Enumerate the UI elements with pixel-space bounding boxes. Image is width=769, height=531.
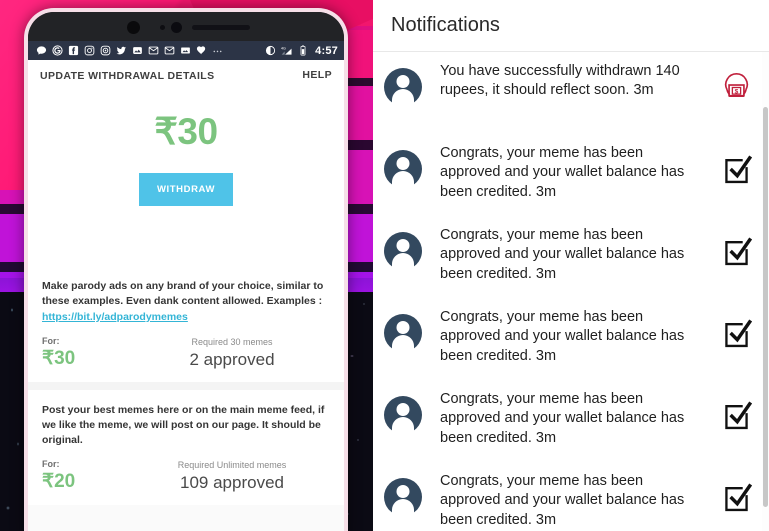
task-meta-row: For: ₹30 Required 30 memes 2 approved <box>42 336 330 368</box>
task-card-separator <box>28 381 344 390</box>
person-avatar <box>384 396 422 434</box>
chat-bubble-icon <box>35 44 48 57</box>
app-content: UPDATE WITHDRAWAL DETAILS HELP ₹30 WITHD… <box>28 60 344 531</box>
task-required-label: Required 30 memes <box>191 336 273 347</box>
gallery-icon <box>179 44 192 57</box>
task-for-label: For: <box>42 335 60 346</box>
task-description-text: Make parody ads on any brand of your cho… <box>42 280 324 308</box>
checkbox-checked-icon <box>717 396 755 434</box>
notification-item[interactable]: Congrats, your meme has been approved an… <box>373 298 769 380</box>
task-meta-row: For: ₹20 Required Unlimited memes 109 ap… <box>42 459 330 491</box>
photo-app-icon <box>131 44 144 57</box>
task-approved-count: 109 approved <box>180 473 284 493</box>
balance-section: ₹30 WITHDRAW <box>28 91 344 233</box>
notification-text: You have successfully withdrawn 140 rupe… <box>440 63 680 99</box>
notifications-list: You have successfully withdrawn 140 rupe… <box>373 52 769 531</box>
signal-4g-icon: 4G <box>280 44 293 57</box>
light-sensor-icon <box>171 22 182 33</box>
gmail-icon-2 <box>163 44 176 57</box>
task-for-label: For: <box>42 459 60 470</box>
task-price: ₹20 <box>42 471 76 493</box>
atm-cash-icon: $ <box>717 68 755 106</box>
task-description: Post your best memes here or on the main… <box>42 403 325 447</box>
proximity-sensor-icon <box>160 25 165 30</box>
person-avatar <box>384 68 422 106</box>
notifications-scrollbar-track[interactable] <box>762 52 769 531</box>
task-price: ₹30 <box>42 347 76 369</box>
notification-text: Congrats, your meme has been approved an… <box>440 473 685 528</box>
svg-text:$: $ <box>734 88 738 95</box>
task-price-col: For: ₹20 <box>42 459 134 491</box>
notification-text: Congrats, your meme has been approved an… <box>440 227 685 282</box>
notification-item[interactable]: You have successfully withdrawn 140 rupe… <box>373 52 769 134</box>
notifications-title: Notifications <box>391 14 500 36</box>
content-gap <box>28 232 344 267</box>
page-title: UPDATE WITHDRAWAL DETAILS <box>40 70 215 82</box>
person-avatar <box>384 314 422 352</box>
promo-artwork-pane: 4G 4:57 UPDATE WITHDRAWAL DETAILS HELP ₹… <box>0 0 373 531</box>
notification-item[interactable]: Congrats, your meme has been approved an… <box>373 380 769 462</box>
app-screenshot: 4G 4:57 UPDATE WITHDRAWAL DETAILS HELP ₹… <box>0 0 769 531</box>
person-avatar <box>384 478 422 516</box>
front-camera-icon <box>127 21 140 34</box>
task-price-col: For: ₹30 <box>42 336 134 368</box>
notification-text: Congrats, your meme has been approved an… <box>440 309 685 364</box>
balance-amount: ₹30 <box>154 111 218 153</box>
android-status-bar: 4G 4:57 <box>28 41 344 60</box>
heart-icon <box>195 44 208 57</box>
twitter-icon <box>115 44 128 57</box>
earpiece-speaker <box>192 25 250 30</box>
task-progress-col: Required 30 memes 2 approved <box>134 337 330 368</box>
task-example-link[interactable]: https://bit.ly/adparodymemes <box>42 311 188 323</box>
phone-top-bezel <box>28 12 344 41</box>
circle-app-icon <box>99 44 112 57</box>
google-icon <box>51 44 64 57</box>
notifications-header: Notifications <box>373 0 769 52</box>
task-approved-count: 2 approved <box>189 349 275 369</box>
notifications-pane: Notifications You have successfully with… <box>373 0 769 531</box>
battery-icon <box>296 44 309 57</box>
vibrate-icon <box>264 44 277 57</box>
phone-mockup: 4G 4:57 UPDATE WITHDRAWAL DETAILS HELP ₹… <box>24 8 348 531</box>
task-progress-col: Required Unlimited memes 109 approved <box>134 460 330 491</box>
task-required-label: Required Unlimited memes <box>177 460 287 471</box>
notification-item[interactable]: Congrats, your meme has been approved an… <box>373 134 769 216</box>
notification-text: Congrats, your meme has been approved an… <box>440 145 685 200</box>
task-card-1[interactable]: Make parody ads on any brand of your cho… <box>28 266 344 382</box>
notification-item[interactable]: Congrats, your meme has been approved an… <box>373 462 769 531</box>
notifications-scrollbar-thumb[interactable] <box>763 107 768 507</box>
gmail-icon <box>147 44 160 57</box>
checkbox-checked-icon <box>717 478 755 516</box>
notification-item[interactable]: Congrats, your meme has been approved an… <box>373 216 769 298</box>
app-top-bar: UPDATE WITHDRAWAL DETAILS HELP <box>28 60 344 92</box>
facebook-icon <box>67 44 80 57</box>
instagram-icon <box>83 44 96 57</box>
status-bar-clock: 4:57 <box>315 44 338 57</box>
checkbox-checked-icon <box>717 150 755 188</box>
task-card-2[interactable]: Post your best memes here or on the main… <box>28 389 344 506</box>
help-button[interactable]: HELP <box>302 69 332 81</box>
svg-text:4G: 4G <box>281 47 286 51</box>
person-avatar <box>384 232 422 270</box>
notification-text: Congrats, your meme has been approved an… <box>440 391 685 446</box>
withdraw-button[interactable]: WITHDRAW <box>138 173 234 207</box>
checkbox-checked-icon <box>717 232 755 270</box>
person-avatar <box>384 150 422 188</box>
more-dots-icon <box>211 44 224 57</box>
checkbox-checked-icon <box>717 314 755 352</box>
task-description: Make parody ads on any brand of your cho… <box>42 279 330 325</box>
